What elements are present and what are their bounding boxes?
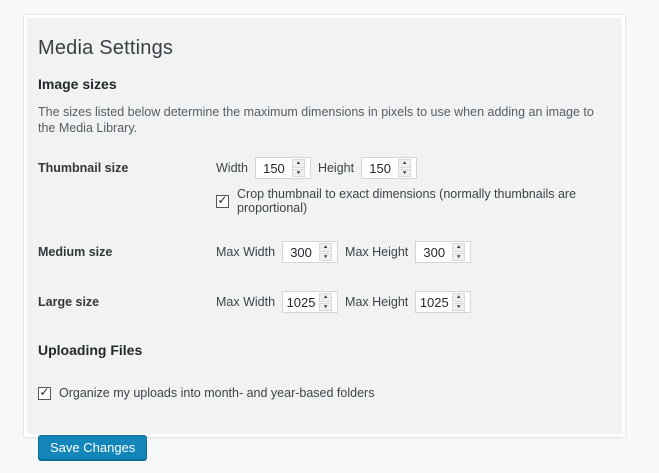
spinner-down-button[interactable]: ▼ <box>398 169 411 178</box>
check-icon: ✓ <box>217 194 227 206</box>
chevron-down-icon: ▼ <box>323 304 329 309</box>
medium-max-height-spinner: ▲ ▼ <box>452 243 465 261</box>
medium-max-width-spinner: ▲ ▼ <box>319 243 332 261</box>
thumbnail-height-label: Height <box>318 161 354 175</box>
medium-size-controls: Max Width ▲ ▼ Max Height ▲ ▼ <box>216 241 604 263</box>
thumbnail-height-input-wrap: ▲ ▼ <box>361 157 417 179</box>
thumbnail-height-input[interactable] <box>362 161 398 176</box>
large-max-width-input[interactable] <box>283 295 319 310</box>
large-size-label: Large size <box>38 291 216 313</box>
crop-thumbnail-label: Crop thumbnail to exact dimensions (norm… <box>237 187 604 215</box>
large-dimensions-line: Max Width ▲ ▼ Max Height ▲ ▼ <box>216 291 604 313</box>
large-size-row: Large size Max Width ▲ ▼ Max Height ▲ ▼ <box>38 291 604 313</box>
spinner-down-button[interactable]: ▼ <box>452 253 465 262</box>
thumbnail-width-spinner: ▲ ▼ <box>292 159 305 177</box>
medium-max-width-input[interactable] <box>283 245 319 260</box>
thumbnail-size-controls: Width ▲ ▼ Height ▲ ▼ <box>216 157 604 215</box>
spinner-up-button[interactable]: ▲ <box>292 159 305 168</box>
medium-max-width-input-wrap: ▲ ▼ <box>282 241 338 263</box>
thumbnail-size-label: Thumbnail size <box>38 157 216 215</box>
spinner-up-button[interactable]: ▲ <box>452 243 465 252</box>
image-sizes-description: The sizes listed below determine the max… <box>38 104 604 136</box>
chevron-up-icon: ▲ <box>323 245 329 250</box>
crop-thumbnail-checkbox[interactable]: ✓ <box>216 195 229 208</box>
spinner-down-button[interactable]: ▼ <box>319 253 332 262</box>
large-max-width-spinner: ▲ ▼ <box>319 293 332 311</box>
thumbnail-width-input-wrap: ▲ ▼ <box>255 157 311 179</box>
spinner-up-button[interactable]: ▲ <box>319 293 332 302</box>
chevron-down-icon: ▼ <box>402 170 408 175</box>
thumbnail-width-label: Width <box>216 161 248 175</box>
organize-uploads-label: Organize my uploads into month- and year… <box>59 386 374 400</box>
medium-max-height-input-wrap: ▲ ▼ <box>415 241 471 263</box>
image-sizes-heading: Image sizes <box>38 76 604 93</box>
spinner-up-button[interactable]: ▲ <box>452 293 465 302</box>
large-max-width-label: Max Width <box>216 295 275 309</box>
large-max-height-label: Max Height <box>345 295 408 309</box>
medium-max-height-input[interactable] <box>416 245 452 260</box>
chevron-up-icon: ▲ <box>456 295 462 300</box>
large-max-height-input-wrap: ▲ ▼ <box>415 291 471 313</box>
medium-dimensions-line: Max Width ▲ ▼ Max Height ▲ ▼ <box>216 241 604 263</box>
spinner-up-button[interactable]: ▲ <box>398 159 411 168</box>
medium-size-row: Medium size Max Width ▲ ▼ Max Height ▲ ▼ <box>38 241 604 263</box>
chevron-down-icon: ▼ <box>295 170 301 175</box>
large-max-height-spinner: ▲ ▼ <box>452 293 465 311</box>
thumbnail-size-row: Thumbnail size Width ▲ ▼ Height ▲ ▼ <box>38 157 604 215</box>
organize-uploads-checkbox[interactable]: ✓ <box>38 387 51 400</box>
medium-size-label: Medium size <box>38 241 216 263</box>
large-max-width-input-wrap: ▲ ▼ <box>282 291 338 313</box>
page-title: Media Settings <box>38 36 604 60</box>
save-changes-button[interactable]: Save Changes <box>38 435 147 460</box>
spinner-down-button[interactable]: ▼ <box>452 303 465 312</box>
chevron-up-icon: ▲ <box>295 161 301 166</box>
spinner-down-button[interactable]: ▼ <box>292 169 305 178</box>
thumbnail-dimensions-line: Width ▲ ▼ Height ▲ ▼ <box>216 157 604 179</box>
chevron-down-icon: ▼ <box>456 254 462 259</box>
chevron-up-icon: ▲ <box>402 161 408 166</box>
large-max-height-input[interactable] <box>416 295 452 310</box>
spinner-down-button[interactable]: ▼ <box>319 303 332 312</box>
spinner-up-button[interactable]: ▲ <box>319 243 332 252</box>
chevron-down-icon: ▼ <box>323 254 329 259</box>
medium-max-height-label: Max Height <box>345 245 408 259</box>
organize-uploads-line: ✓ Organize my uploads into month- and ye… <box>38 386 604 400</box>
uploading-files-heading: Uploading Files <box>38 342 604 359</box>
large-size-controls: Max Width ▲ ▼ Max Height ▲ ▼ <box>216 291 604 313</box>
chevron-up-icon: ▲ <box>456 245 462 250</box>
check-icon: ✓ <box>39 386 49 398</box>
media-settings-panel: Media Settings Image sizes The sizes lis… <box>24 15 625 437</box>
thumbnail-height-spinner: ▲ ▼ <box>398 159 411 177</box>
chevron-up-icon: ▲ <box>323 295 329 300</box>
chevron-down-icon: ▼ <box>456 304 462 309</box>
crop-thumbnail-line: ✓ Crop thumbnail to exact dimensions (no… <box>216 187 604 215</box>
medium-max-width-label: Max Width <box>216 245 275 259</box>
thumbnail-width-input[interactable] <box>256 161 292 176</box>
